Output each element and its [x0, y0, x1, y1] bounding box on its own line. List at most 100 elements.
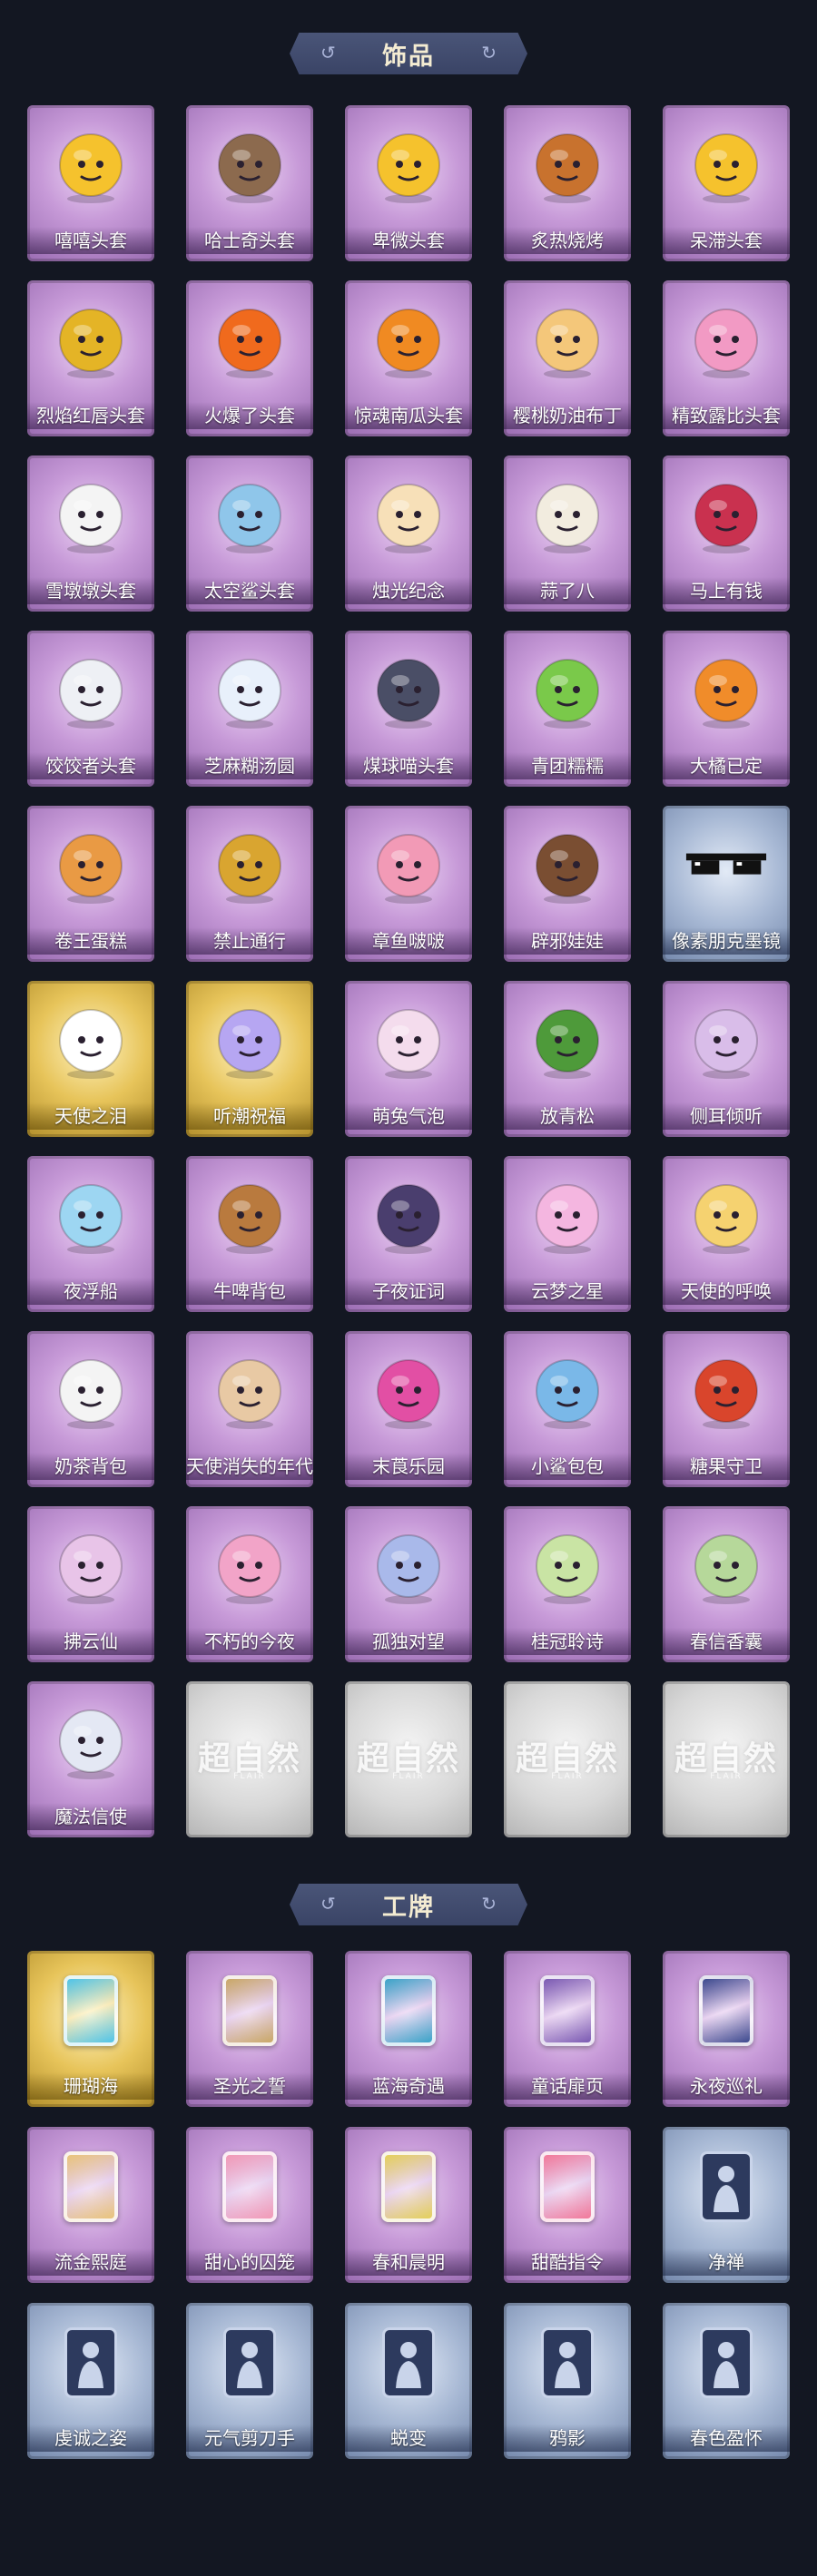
item-card[interactable]: 童话扉页	[504, 1951, 631, 2107]
sweet-cool-badge-icon	[526, 2145, 609, 2228]
item-card[interactable]: 精致露比头套	[663, 280, 790, 436]
item-card[interactable]: 天使的呼唤	[663, 1156, 790, 1312]
item-label: 元气剪刀手	[186, 2424, 313, 2452]
badges-grid: 珊瑚海 圣光之誓 蓝海奇遇 童话扉页 永夜巡礼流金熙庭 甜心的囚笼 春和晨明 甜酷指令 净禅虔诚…	[27, 1951, 790, 2459]
item-label: 放青松	[504, 1102, 631, 1130]
sweet-cage-badge-icon	[208, 2145, 291, 2228]
item-card[interactable]: 永夜巡礼	[663, 1951, 790, 2107]
item-card[interactable]: 甜酷指令	[504, 2127, 631, 2283]
item-card[interactable]: 樱桃奶油布丁	[504, 280, 631, 436]
item-card[interactable]: 鸦影	[504, 2303, 631, 2459]
rice-ball-icon	[208, 649, 291, 732]
item-card[interactable]: 呆滞头套	[663, 105, 790, 261]
unicorn-cloud-icon	[526, 1174, 609, 1258]
locked-item-card[interactable]: 超自然 FLAIR	[504, 1681, 631, 1837]
item-card[interactable]: 烈焰红唇头套	[27, 280, 154, 436]
item-card[interactable]: 像素朋克墨镜	[663, 806, 790, 962]
item-card[interactable]: 圣光之誓	[186, 1951, 313, 2107]
item-card[interactable]: 魔法信使	[27, 1681, 154, 1837]
item-card[interactable]: 夜浮船	[27, 1156, 154, 1312]
fairy-tale-badge-icon	[526, 1969, 609, 2052]
item-card[interactable]: 听潮祝福	[186, 981, 313, 1137]
item-card[interactable]: 桂冠聆诗	[504, 1506, 631, 1662]
swirl-left-icon: ↺	[320, 42, 336, 64]
item-label: 童话扉页	[504, 2072, 631, 2100]
item-card[interactable]: 马上有钱	[663, 455, 790, 612]
item-card[interactable]: 春色盈怀	[663, 2303, 790, 2459]
item-card[interactable]: 火爆了头套	[186, 280, 313, 436]
item-card[interactable]: 元气剪刀手	[186, 2303, 313, 2459]
sachet-icon	[684, 1524, 768, 1608]
item-card[interactable]: 大橘已定	[663, 631, 790, 787]
item-card[interactable]: 天使之泪	[27, 981, 154, 1137]
section-title: 工牌	[382, 1893, 435, 1922]
item-card[interactable]: 惊魂南瓜头套	[345, 280, 472, 436]
item-card[interactable]: 不朽的今夜	[186, 1506, 313, 1662]
item-label: 小鲨包包	[504, 1453, 631, 1480]
item-card[interactable]: 蜕变	[345, 2303, 472, 2459]
section-header-badges: ↺ 工牌 ↻	[290, 1884, 527, 1925]
dazed-emoji-head-icon	[684, 123, 768, 207]
golden-court-badge-icon	[49, 2145, 133, 2228]
section-title: 饰品	[382, 42, 435, 71]
horse-head-icon	[684, 474, 768, 557]
item-card[interactable]: 孤独对望	[345, 1506, 472, 1662]
item-card[interactable]: 珊瑚海	[27, 1951, 154, 2107]
locked-item-card[interactable]: 超自然 FLAIR	[186, 1681, 313, 1837]
item-card[interactable]: 卷王蛋糕	[27, 806, 154, 962]
item-label: 呆滞头套	[663, 227, 790, 254]
silhouette-icon	[526, 2321, 609, 2405]
item-card[interactable]: 虔诚之姿	[27, 2303, 154, 2459]
item-card[interactable]: 糖果守卫	[663, 1331, 790, 1487]
item-card[interactable]: 雪墩墩头套	[27, 455, 154, 612]
doll-icon	[526, 824, 609, 907]
locked-item-card[interactable]: 超自然 FLAIR	[345, 1681, 472, 1837]
item-card[interactable]: 蒜了八	[504, 455, 631, 612]
item-label: 侧耳倾听	[663, 1102, 790, 1130]
snowman-head-icon	[49, 474, 133, 557]
item-card[interactable]: 青团糯糯	[504, 631, 631, 787]
item-card[interactable]: 炙热烧烤	[504, 105, 631, 261]
item-card[interactable]: 烛光纪念	[345, 455, 472, 612]
item-card[interactable]: 甜心的囚笼	[186, 2127, 313, 2283]
item-label: 虔诚之姿	[27, 2424, 154, 2452]
item-card[interactable]: 春信香囊	[663, 1506, 790, 1662]
item-card[interactable]: 小鲨包包	[504, 1331, 631, 1487]
item-card[interactable]: 春和晨明	[345, 2127, 472, 2283]
grinning-emoji-head-icon	[49, 123, 133, 207]
item-card[interactable]: 净禅	[663, 2127, 790, 2283]
locked-item-card[interactable]: 超自然 FLAIR	[663, 1681, 790, 1837]
item-label: 春和晨明	[345, 2248, 472, 2276]
item-label: 炙热烧烤	[504, 227, 631, 254]
item-card[interactable]: 侧耳倾听	[663, 981, 790, 1137]
item-card[interactable]: 章鱼啵啵	[345, 806, 472, 962]
item-label: 净禅	[663, 2248, 790, 2276]
flower-ear-icon	[684, 999, 768, 1082]
holy-light-badge-icon	[208, 1969, 291, 2052]
item-card[interactable]: 放青松	[504, 981, 631, 1137]
item-card[interactable]: 禁止通行	[186, 806, 313, 962]
item-card[interactable]: 云梦之星	[504, 1156, 631, 1312]
item-card[interactable]: 煤球喵头套	[345, 631, 472, 787]
item-card[interactable]: 嘻嘻头套	[27, 105, 154, 261]
item-card[interactable]: 末莨乐园	[345, 1331, 472, 1487]
item-label: 煤球喵头套	[345, 752, 472, 779]
item-card[interactable]: 蓝海奇遇	[345, 1951, 472, 2107]
item-card[interactable]: 哈士奇头套	[186, 105, 313, 261]
item-card[interactable]: 流金熙庭	[27, 2127, 154, 2283]
item-card[interactable]: 奶茶背包	[27, 1331, 154, 1487]
angel-halo-icon	[49, 999, 133, 1082]
item-card[interactable]: 萌兔气泡	[345, 981, 472, 1137]
item-card[interactable]: 拂云仙	[27, 1506, 154, 1662]
item-card[interactable]: 牛啤背包	[186, 1156, 313, 1312]
item-label: 甜心的囚笼	[186, 2248, 313, 2276]
item-card[interactable]: 卑微头套	[345, 105, 472, 261]
swirl-right-icon: ↻	[481, 1893, 497, 1915]
item-card[interactable]: 子夜证词	[345, 1156, 472, 1312]
item-card[interactable]: 天使消失的年代	[186, 1331, 313, 1487]
silhouette-icon	[684, 2321, 768, 2405]
item-card[interactable]: 饺饺者头套	[27, 631, 154, 787]
item-card[interactable]: 太空鲨头套	[186, 455, 313, 612]
item-card[interactable]: 辟邪娃娃	[504, 806, 631, 962]
item-card[interactable]: 芝麻糊汤圆	[186, 631, 313, 787]
